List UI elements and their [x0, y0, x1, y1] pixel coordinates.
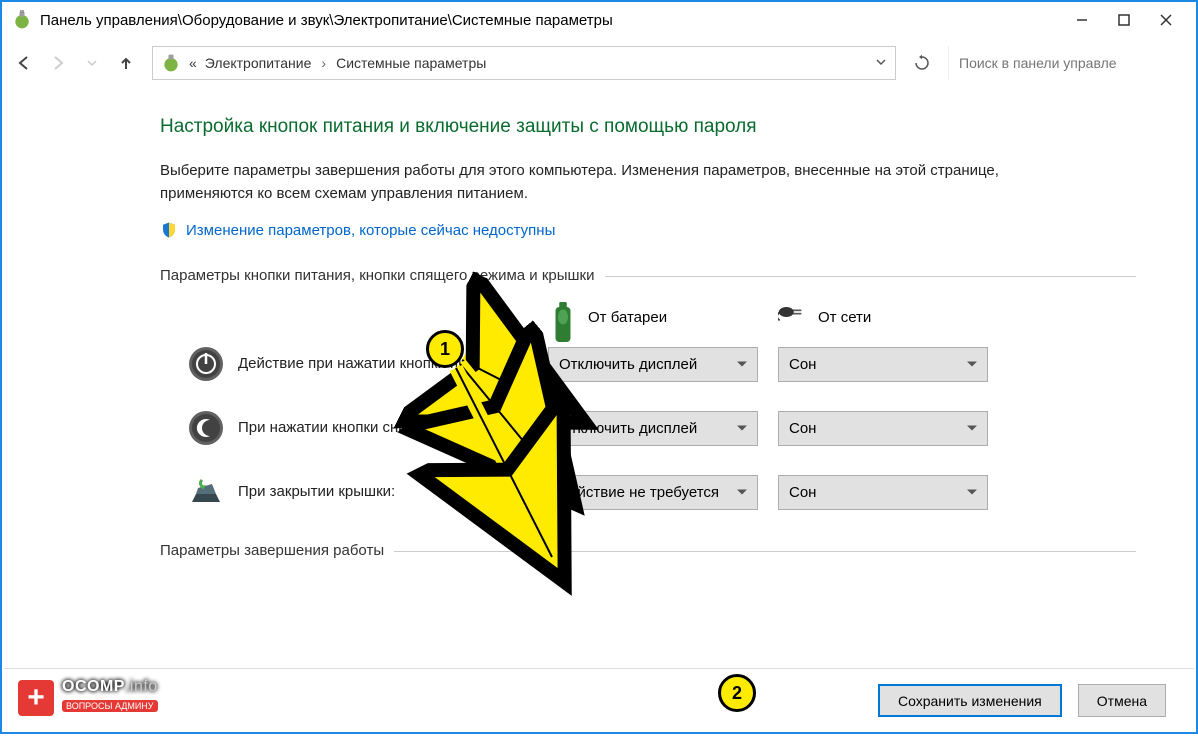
lid-close-plugged-dropdown[interactable]: Сон — [778, 475, 988, 510]
plus-icon: + — [16, 678, 56, 718]
up-button[interactable] — [112, 49, 140, 77]
watermark-logo: + OCOMP.info ВОПРОСЫ АДМИНУ — [16, 676, 176, 722]
section-header: Параметры завершения работы — [160, 542, 1136, 559]
lid-close-battery-dropdown[interactable]: Действие не требуется — [548, 475, 758, 510]
power-button-icon — [188, 346, 224, 382]
sleep-button-battery-dropdown[interactable]: Отключить дисплей — [548, 411, 758, 446]
annotation-marker-1: 1 — [426, 330, 464, 368]
chevron-right-icon: › — [319, 55, 328, 71]
breadcrumb[interactable]: « Электропитание › Системные параметры — [152, 46, 896, 80]
page-title: Настройка кнопок питания и включение защ… — [160, 116, 1136, 138]
settings-grid: Действие при нажатии кнопки питания: Отк… — [160, 346, 1136, 510]
footer: Сохранить изменения Отмена — [4, 668, 1194, 732]
change-unavailable-settings-link[interactable]: Изменение параметров, которые сейчас нед… — [160, 221, 1136, 239]
power-options-icon — [161, 53, 181, 73]
back-button[interactable] — [10, 49, 38, 77]
section-title: Параметры завершения работы — [160, 542, 384, 559]
section-title: Параметры кнопки питания, кнопки спящего… — [160, 267, 595, 284]
row-label: При нажатии кнопки сна: — [238, 418, 548, 438]
chevron-down-icon[interactable] — [875, 55, 887, 71]
page-description: Выберите параметры завершения работы для… — [160, 160, 1060, 205]
sleep-button-plugged-dropdown[interactable]: Сон — [778, 411, 988, 446]
refresh-button[interactable] — [906, 47, 938, 79]
lid-close-icon — [188, 474, 224, 510]
battery-column-header: От батареи — [548, 302, 778, 332]
forward-button[interactable] — [44, 49, 72, 77]
cancel-button[interactable]: Отмена — [1078, 684, 1166, 717]
close-button[interactable] — [1154, 8, 1178, 32]
breadcrumb-prefix: « — [189, 55, 197, 71]
recent-dropdown-button[interactable] — [78, 49, 106, 77]
divider — [394, 551, 1136, 552]
annotation-marker-2: 2 — [718, 674, 756, 712]
uac-shield-icon — [160, 221, 178, 239]
breadcrumb-item[interactable]: Электропитание — [205, 55, 312, 71]
power-options-icon — [12, 10, 32, 30]
column-headers: От батареи От сети — [160, 302, 1136, 332]
content-area: Настройка кнопок питания и включение защ… — [2, 88, 1196, 559]
row-label: При закрытии крышки: — [238, 482, 548, 502]
column-label: От батареи — [588, 309, 667, 326]
plug-icon — [778, 302, 808, 332]
navbar: « Электропитание › Системные параметры — [2, 38, 1196, 88]
search-input[interactable] — [948, 46, 1188, 80]
battery-icon — [548, 302, 578, 332]
plugged-column-header: От сети — [778, 302, 1008, 332]
uac-link-text: Изменение параметров, которые сейчас нед… — [186, 222, 555, 239]
titlebar: Панель управления\Оборудование и звук\Эл… — [2, 2, 1196, 38]
section-header: Параметры кнопки питания, кнопки спящего… — [160, 267, 1136, 284]
row-label: Действие при нажатии кнопки питания: — [238, 354, 548, 374]
power-button-battery-dropdown[interactable]: Отключить дисплей — [548, 347, 758, 382]
divider — [605, 276, 1136, 277]
minimize-button[interactable] — [1070, 8, 1094, 32]
breadcrumb-item[interactable]: Системные параметры — [336, 55, 486, 71]
save-button[interactable]: Сохранить изменения — [878, 684, 1062, 717]
column-label: От сети — [818, 309, 871, 326]
window-title: Панель управления\Оборудование и звук\Эл… — [40, 12, 1070, 29]
window-controls — [1070, 8, 1186, 32]
maximize-button[interactable] — [1112, 8, 1136, 32]
sleep-button-icon — [188, 410, 224, 446]
power-button-plugged-dropdown[interactable]: Сон — [778, 347, 988, 382]
